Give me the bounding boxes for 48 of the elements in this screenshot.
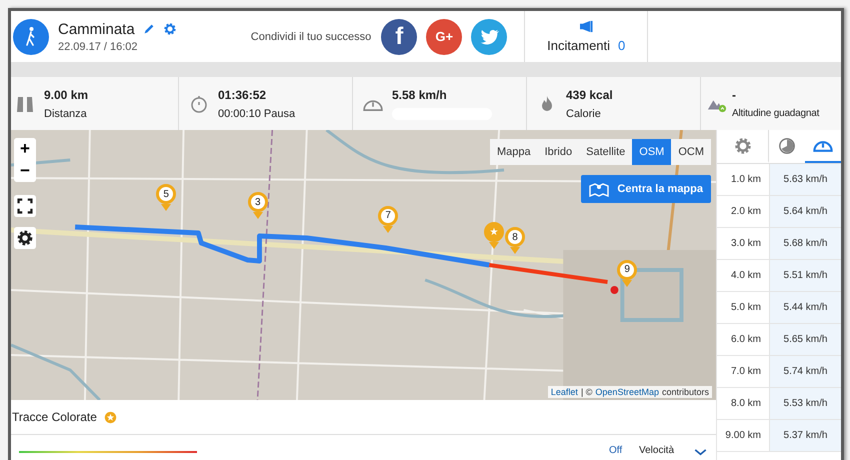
walking-person-icon: [13, 18, 49, 54]
toggle-off-link[interactable]: Off: [609, 445, 622, 456]
map-layer-tab[interactable]: OSM: [632, 139, 672, 165]
share-button[interactable]: G+: [426, 18, 462, 54]
gear-icon: [732, 136, 752, 156]
metric-label: Velocità: [639, 445, 674, 456]
stat-value: 01:36:52: [218, 88, 268, 102]
split-speed: 5.37 km/h: [770, 420, 841, 451]
settings-icon[interactable]: [14, 227, 36, 249]
cheers-label: Incitamenti: [547, 38, 610, 53]
timer-icon: [778, 136, 796, 154]
speedometer-tab[interactable]: [805, 130, 841, 163]
stat-label: 00:00:10 Pausa: [218, 108, 296, 120]
leaflet-link[interactable]: Leaflet: [550, 387, 578, 397]
stopwatch-icon: [189, 94, 209, 114]
pencil-icon[interactable]: [142, 22, 156, 36]
stat-label: Calorie: [566, 108, 602, 120]
stat-label: Distanza: [44, 108, 88, 120]
split-speed: 5.68 km/h: [770, 228, 841, 259]
split-speed: 5.65 km/h: [770, 324, 841, 355]
stat-value: -: [732, 88, 737, 102]
star-badge-icon: [104, 410, 117, 424]
split-speed: 5.51 km/h: [770, 260, 841, 291]
bird-icon[interactable]: [471, 18, 508, 54]
split-speed: 5.64 km/h: [770, 196, 841, 227]
stat-label: Altitudine guadagnat: [732, 108, 820, 119]
chevron-down-icon[interactable]: [694, 449, 707, 456]
folded-map-icon: [589, 181, 610, 197]
split-speed: 5.44 km/h: [770, 292, 841, 323]
split-speed: 5.74 km/h: [770, 356, 841, 387]
colored-tracks-title: Tracce Colorate: [12, 410, 97, 424]
activity-title: Camminata: [58, 20, 135, 38]
share-button[interactable]: f: [381, 18, 418, 54]
attribution-separator: | ©: [580, 387, 592, 397]
activity-date: 22.09.17 / 16:02: [58, 40, 139, 52]
megaphone-icon: [578, 20, 594, 33]
stat-value: 439 kcal: [566, 88, 613, 102]
attribution-text: contributors: [662, 387, 709, 397]
center-map-button[interactable]: Centra la mappa: [581, 175, 711, 203]
stat-value: 5.58 km/h: [392, 88, 448, 102]
split-speed: 5.63 km/h: [770, 164, 841, 195]
speedometer-icon: [813, 138, 833, 152]
stat-value: 9.00 km: [44, 88, 88, 102]
fullscreen-icon[interactable]: [14, 195, 36, 217]
share-label: Condividi il tuo successo: [250, 30, 372, 42]
cheers-count[interactable]: 0: [618, 38, 626, 53]
openstreetmap-link[interactable]: OpenStreetMap: [595, 387, 659, 397]
split-speed: 5.53 km/h: [770, 388, 841, 419]
